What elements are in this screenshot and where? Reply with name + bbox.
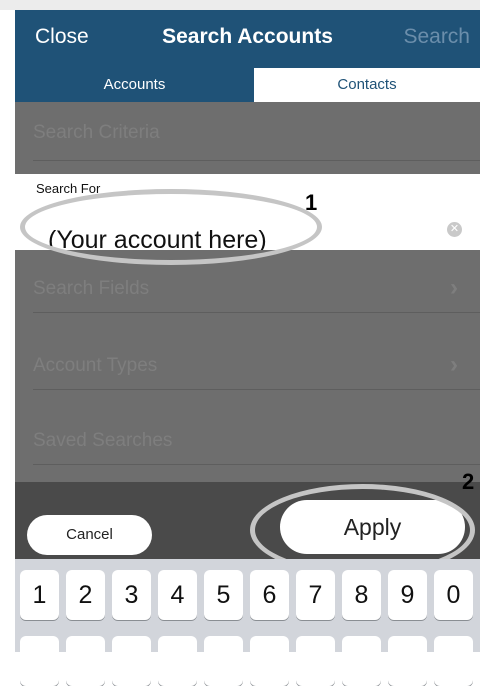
apply-button[interactable]: Apply [280,500,465,554]
navigation-bar: Close Search Accounts Search [15,10,480,68]
keyboard-key[interactable] [112,636,151,686]
keyboard-key[interactable] [388,636,427,686]
action-bar: Cancel Apply [15,482,480,559]
callout-number-2: 2 [462,469,475,494]
key-0[interactable]: 0 [434,570,473,620]
chevron-right-icon: › [450,274,458,301]
key-7[interactable]: 7 [296,570,335,620]
key-4[interactable]: 4 [158,570,197,620]
key-6[interactable]: 6 [250,570,289,620]
status-strip [0,0,480,10]
keyboard-key[interactable] [296,636,335,686]
chevron-right-icon: › [450,351,458,378]
segmented-control: Accounts Contacts [15,68,480,103]
keyboard-key[interactable] [250,636,289,686]
numeric-keyboard: 1 2 3 4 5 6 7 8 9 0 [15,559,480,686]
key-2[interactable]: 2 [66,570,105,620]
keyboard-key[interactable] [158,636,197,686]
divider [33,312,480,313]
key-8[interactable]: 8 [342,570,381,620]
search-for-field[interactable]: Search For (Your account here) ✕ [15,174,480,254]
tab-accounts[interactable]: Accounts [15,68,254,102]
keyboard-key[interactable] [434,636,473,686]
keyboard-key[interactable] [342,636,381,686]
divider [33,160,480,161]
clear-circle-icon[interactable]: ✕ [447,222,462,237]
key-9[interactable]: 9 [388,570,427,620]
divider [33,389,480,390]
row-saved-searches[interactable]: Saved Searches [33,430,172,452]
keyboard-key[interactable] [20,636,59,686]
keyboard-key[interactable] [66,636,105,686]
key-3[interactable]: 3 [112,570,151,620]
row-account-types[interactable]: Account Types [33,355,157,377]
cancel-button[interactable]: Cancel [27,515,152,555]
options-list: Search Fields › Account Types › Saved Se… [15,250,480,482]
row-search-fields[interactable]: Search Fields [33,278,149,300]
callout-number-1: 1 [305,190,318,215]
key-1[interactable]: 1 [20,570,59,620]
key-5[interactable]: 5 [204,570,243,620]
divider [33,464,480,465]
search-button[interactable]: Search [403,25,470,49]
search-criteria-header: Search Criteria [33,122,160,143]
keyboard-key[interactable] [204,636,243,686]
search-for-label: Search For [36,181,101,196]
tab-contacts[interactable]: Contacts [254,68,480,102]
search-criteria-section: Search Criteria [15,102,480,174]
